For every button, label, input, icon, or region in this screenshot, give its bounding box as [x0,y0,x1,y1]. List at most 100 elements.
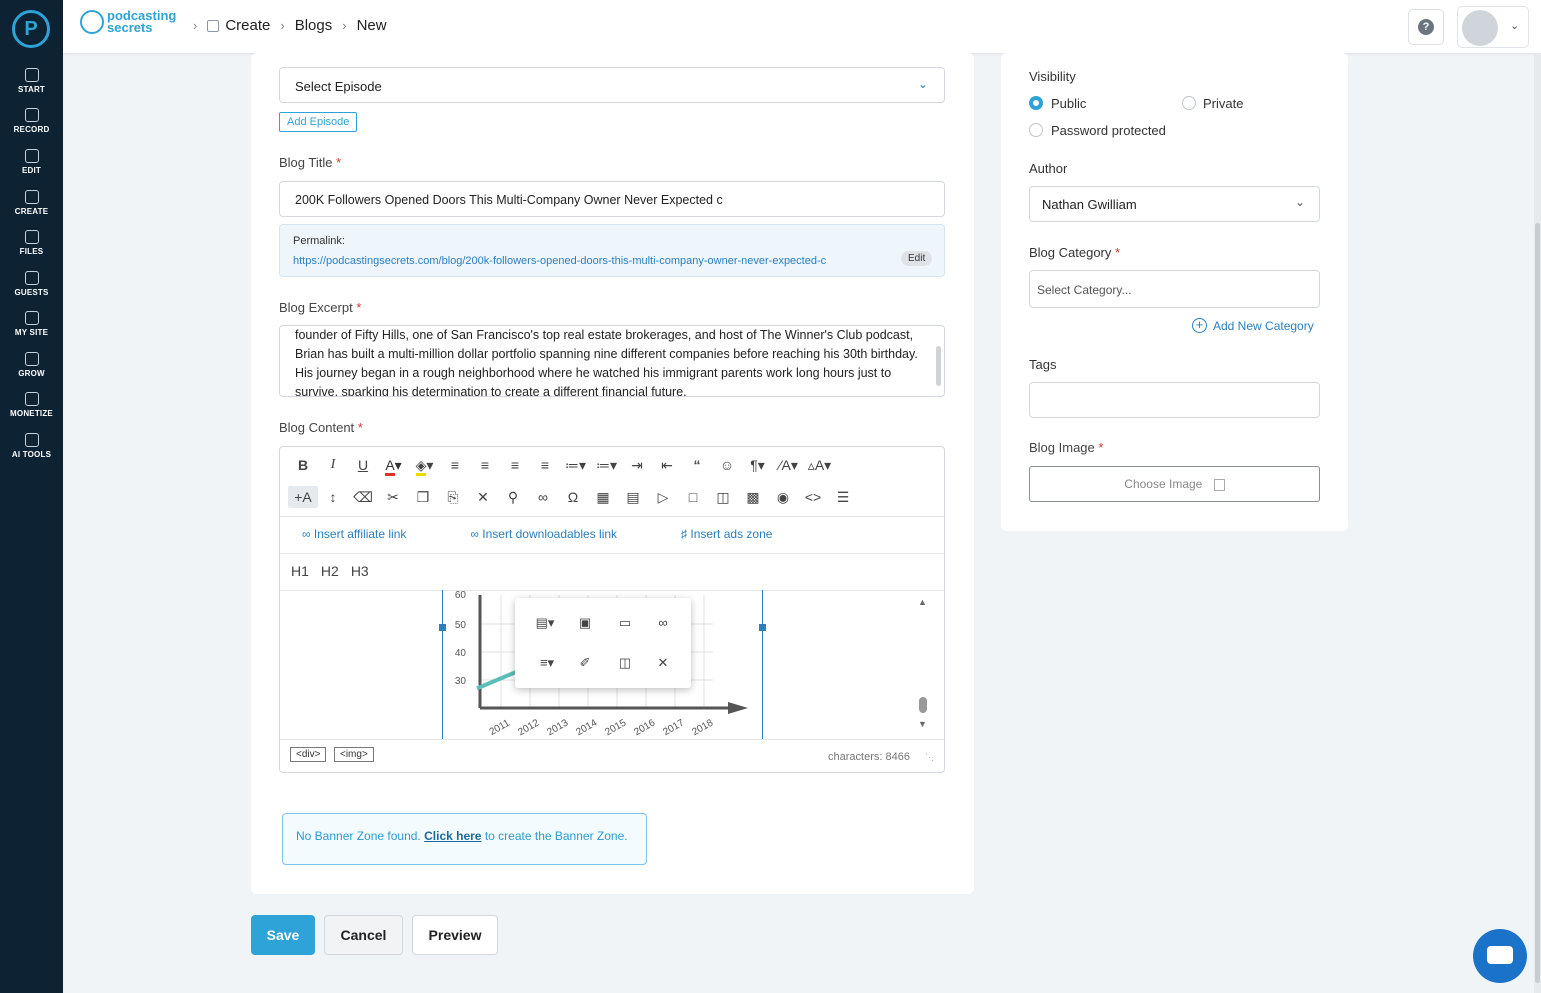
font-family-icon[interactable]: ▵A▾ [804,454,835,476]
breadcrumb-blogs[interactable]: Blogs [295,17,333,34]
outdent-icon[interactable]: ⇤ [652,454,682,476]
scroll-down-icon[interactable]: ▼ [918,719,927,729]
insert-affiliate-link-button[interactable]: ∞ Insert affiliate link [302,527,438,541]
video-icon[interactable]: ▷ [648,486,678,508]
align-left-icon[interactable]: ≡ [440,454,470,476]
special-char-icon[interactable]: Ω [558,486,588,508]
author-select[interactable]: Nathan Gwilliam ⌄ [1029,186,1320,222]
add-episode-button[interactable]: Add Episode [279,112,358,132]
page-scrollbar[interactable] [1534,53,1541,993]
nav-item-grow[interactable]: GROW [0,352,63,378]
permalink-url[interactable]: https://podcastingsecrets.com/blog/200k-… [293,255,826,267]
image-icon[interactable]: ▤ [618,486,648,508]
add-new-category-button[interactable]: + Add New Category [1192,318,1314,333]
nav-item-start[interactable]: START [0,68,63,94]
breadcrumb-create[interactable]: Create [225,17,270,34]
font-color-icon[interactable]: A▾ [378,454,409,476]
file-icon[interactable]: □ [678,486,708,508]
choose-image-button[interactable]: Choose Image [1029,466,1320,502]
template-icon[interactable]: ◫ [708,486,738,508]
user-menu-button[interactable]: ⌄ [1457,6,1529,48]
image-align-icon[interactable]: ≡▾ [535,652,559,674]
bold-icon[interactable]: B [288,454,318,476]
editor-content-area[interactable]: 30 40 50 60 2011 2012 2013 2014 2015 2016 2017 201… [280,590,944,739]
brand-logo-icon[interactable]: P [12,10,50,48]
line-height-icon[interactable]: ↕ [318,486,348,508]
nav-item-ai-tools[interactable]: AI TOOLS [0,433,63,459]
paste-icon[interactable]: ⎘ [438,486,468,508]
help-button[interactable]: ? [1408,9,1444,45]
link-icon[interactable]: ∞ [528,486,558,508]
nav-item-guests[interactable]: GUESTS [0,271,63,297]
permalink-edit-button[interactable]: Edit [901,251,933,266]
remove-image-icon[interactable]: ✕ [651,652,675,674]
align-center-icon[interactable]: ≡ [470,454,500,476]
h1-button[interactable]: H1 [291,563,309,579]
highlight-color-icon[interactable]: ◈▾ [409,454,440,476]
align-right-icon[interactable]: ≡ [500,454,530,476]
table-icon[interactable]: ▦ [588,486,618,508]
paragraph-format-icon[interactable]: ¶▾ [742,454,773,476]
unordered-list-icon[interactable]: ≔▾ [591,454,622,476]
underline-icon[interactable]: U [348,454,378,476]
nav-item-monetize[interactable]: MONETIZE [0,392,63,418]
nav-item-files[interactable]: FILES [0,230,63,256]
font-size-icon[interactable]: ⁄A▾ [773,454,804,476]
indent-icon[interactable]: ⇥ [622,454,652,476]
blog-title-input[interactable]: 200K Followers Opened Doors This Multi-C… [279,181,945,217]
path-tag-img[interactable]: <img> [334,747,374,762]
editor-scrollbar[interactable]: ▲ ▼ [913,593,939,733]
preview-button[interactable]: Preview [412,915,498,955]
blockquote-icon[interactable]: “ [682,454,712,476]
visibility-public-radio[interactable] [1029,96,1043,110]
visibility-private-radio[interactable] [1182,96,1196,110]
save-button[interactable]: Save [251,915,315,955]
cut-icon[interactable]: ✂ [378,486,408,508]
nav-item-create[interactable]: CREATE [0,190,63,216]
h2-button[interactable]: H2 [321,563,339,579]
ordered-list-icon[interactable]: ≔▾ [560,454,591,476]
excerpt-scrollbar[interactable] [936,346,941,386]
align-justify-icon[interactable]: ≡ [530,454,560,476]
copy-icon[interactable]: ❐ [408,486,438,508]
search-icon[interactable]: ⚲ [498,486,528,508]
image-link-icon[interactable]: ∞ [651,612,675,634]
replace-image-icon[interactable]: ▤▾ [533,612,557,634]
nav-item-record[interactable]: RECORD [0,108,63,134]
blog-excerpt-textarea[interactable]: founder of Fifty Hills, one of San Franc… [279,325,945,397]
select-all-icon[interactable]: ☰ [828,486,858,508]
page-scroll-thumb[interactable] [1535,223,1540,983]
image-caption-icon[interactable]: ▣ [573,612,597,634]
nav-item-my-site[interactable]: MY SITE [0,311,63,337]
path-tag-div[interactable]: <div> [290,747,327,762]
cancel-button[interactable]: Cancel [324,915,403,955]
code-view-icon[interactable]: <> [798,486,828,508]
create-banner-zone-link[interactable]: Click here [424,829,481,843]
italic-icon[interactable]: I [318,454,348,476]
visibility-password-radio[interactable] [1029,123,1043,137]
scroll-up-icon[interactable]: ▲ [918,597,927,607]
insert-downloadables-link-button[interactable]: ∞ Insert downloadables link [470,527,649,541]
resize-handle-right[interactable] [759,624,766,631]
podcasting-secrets-logo[interactable]: podcasting secrets [80,9,176,34]
h3-button[interactable]: H3 [351,563,369,579]
tags-input[interactable] [1029,382,1320,418]
chat-button[interactable] [1473,929,1527,983]
image-alt-icon[interactable]: ▭ [613,612,637,634]
remove-icon[interactable]: ✕ [468,486,498,508]
episode-select[interactable]: Select Episode ⌄ [279,67,945,103]
eraser-icon[interactable]: ⌫ [348,486,378,508]
preview-eye-icon[interactable]: ◉ [768,486,798,508]
scroll-thumb[interactable] [919,697,927,713]
embed-icon[interactable]: ▩ [738,486,768,508]
resize-grip-icon[interactable]: ⋱ [925,752,934,763]
nav-item-edit[interactable]: EDIT [0,149,63,175]
editor-plugin-row: ∞ Insert affiliate link ∞ Insert downloa… [302,527,836,541]
clear-format-icon[interactable]: +A [288,486,318,508]
insert-ads-zone-button[interactable]: ♯ Insert ads zone [681,527,804,541]
image-style-brush-icon[interactable]: ✐ [573,652,597,674]
emoji-icon[interactable]: ☺ [712,454,742,476]
blog-category-select[interactable]: Select Category... [1029,270,1320,308]
resize-handle-left[interactable] [439,624,446,631]
image-size-icon[interactable]: ◫ [613,652,637,674]
